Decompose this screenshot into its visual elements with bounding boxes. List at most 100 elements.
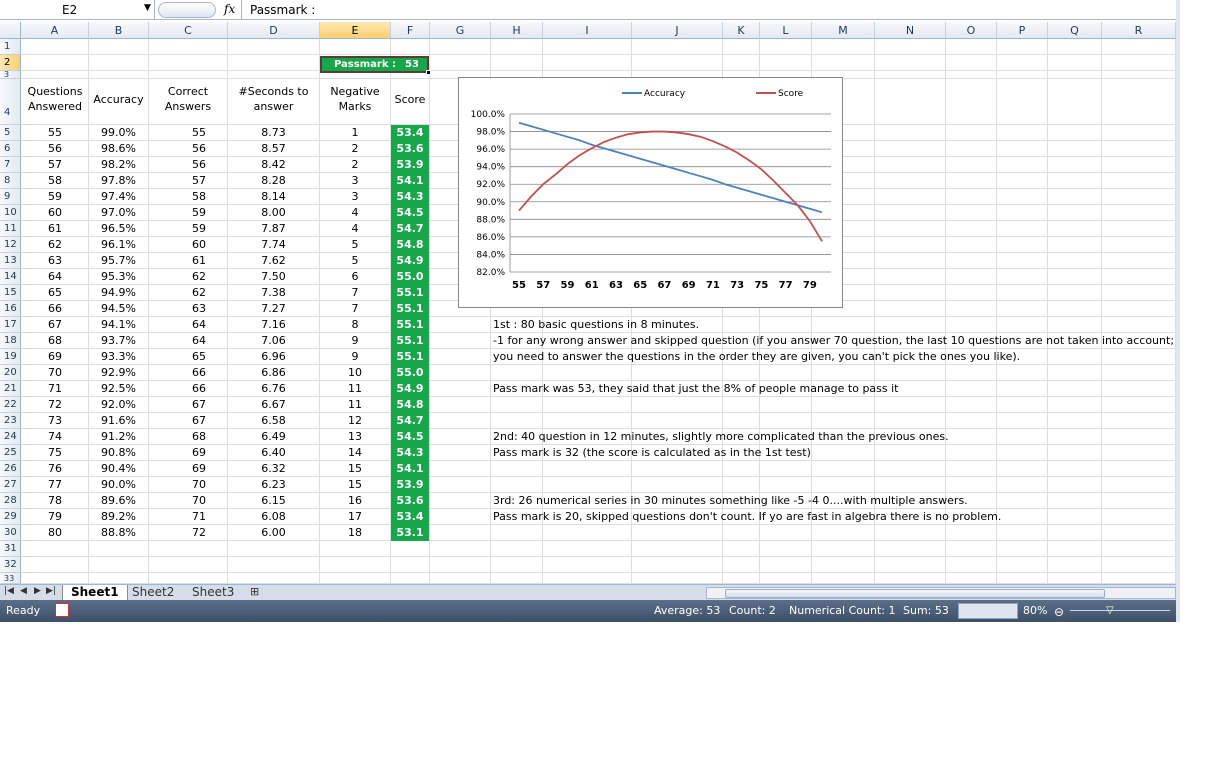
row-header-8[interactable]: 8 — [0, 173, 21, 189]
cell-negative-marks[interactable]: 17 — [320, 509, 390, 525]
cell-negative-marks[interactable]: 6 — [320, 269, 390, 285]
cell-questions-answered[interactable]: 64 — [22, 269, 88, 285]
cell-accuracy[interactable]: 91.2% — [89, 429, 148, 445]
cell-accuracy[interactable]: 90.0% — [89, 477, 148, 493]
cell-score[interactable]: 54.9 — [391, 253, 429, 269]
cell-negative-marks[interactable]: 12 — [320, 413, 390, 429]
header-score[interactable]: Score — [391, 92, 429, 107]
note-cell[interactable]: Pass mark is 20, skipped questions don't… — [493, 510, 1001, 523]
cell-score[interactable]: 53.1 — [391, 525, 429, 541]
cell-negative-marks[interactable]: 14 — [320, 445, 390, 461]
cell-questions-answered[interactable]: 58 — [22, 173, 88, 189]
cell-seconds-to-answer[interactable]: 6.08 — [228, 509, 319, 525]
cell-negative-marks[interactable]: 18 — [320, 525, 390, 541]
row-header-22[interactable]: 22 — [0, 397, 21, 413]
cell-correct-answers[interactable]: 70 — [149, 477, 214, 493]
cell-correct-answers[interactable]: 59 — [149, 205, 214, 221]
cell-questions-answered[interactable]: 80 — [22, 525, 88, 541]
column-header-f[interactable]: F — [391, 22, 430, 39]
cell-score[interactable]: 54.5 — [391, 205, 429, 221]
cell-score[interactable]: 54.7 — [391, 221, 429, 237]
cell-seconds-to-answer[interactable]: 6.00 — [228, 525, 319, 541]
cell-correct-answers[interactable]: 66 — [149, 365, 214, 381]
cell-accuracy[interactable]: 97.4% — [89, 189, 148, 205]
column-header-j[interactable]: J — [632, 22, 723, 39]
note-cell[interactable]: -1 for any wrong answer and skipped ques… — [493, 334, 1174, 347]
note-cell[interactable]: 3rd: 26 numerical series in 30 minutes s… — [493, 494, 968, 507]
cell-seconds-to-answer[interactable]: 6.86 — [228, 365, 319, 381]
cell-correct-answers[interactable]: 72 — [149, 525, 214, 541]
column-header-h[interactable]: H — [491, 22, 543, 39]
cell-correct-answers[interactable]: 65 — [149, 349, 214, 365]
cell-questions-answered[interactable]: 62 — [22, 237, 88, 253]
zoom-out-icon[interactable]: ⊖ — [1054, 605, 1064, 619]
row-header-9[interactable]: 9 — [0, 189, 21, 205]
tab-sheet1[interactable]: Sheet1 — [62, 585, 128, 601]
cell-score[interactable]: 53.6 — [391, 493, 429, 509]
cell-score[interactable]: 54.1 — [391, 461, 429, 477]
cell-correct-answers[interactable]: 68 — [149, 429, 214, 445]
cell-correct-answers[interactable]: 64 — [149, 317, 214, 333]
cell-questions-answered[interactable]: 70 — [22, 365, 88, 381]
row-header-33[interactable]: 33 — [0, 573, 21, 584]
cell-questions-answered[interactable]: 71 — [22, 381, 88, 397]
row-header-29[interactable]: 29 — [0, 509, 21, 525]
cell-accuracy[interactable]: 95.3% — [89, 269, 148, 285]
status-count[interactable]: Count: 2 — [729, 604, 776, 617]
note-cell[interactable]: Pass mark was 53, they said that just th… — [493, 382, 899, 395]
formula-input[interactable]: Passmark : — [250, 3, 315, 17]
cell-correct-answers[interactable]: 67 — [149, 413, 214, 429]
cell-seconds-to-answer[interactable]: 8.73 — [228, 125, 319, 141]
horizontal-scrollbar[interactable] — [706, 587, 1176, 599]
cell-negative-marks[interactable]: 15 — [320, 461, 390, 477]
cell-seconds-to-answer[interactable]: 7.87 — [228, 221, 319, 237]
note-cell[interactable]: Pass mark is 32 (the score is calculated… — [493, 446, 811, 459]
cell-questions-answered[interactable]: 55 — [22, 125, 88, 141]
row-header-17[interactable]: 17 — [0, 317, 21, 333]
cell-score[interactable]: 55.1 — [391, 301, 429, 317]
insert-function-icon[interactable]: fx — [224, 2, 235, 16]
cell-seconds-to-answer[interactable]: 7.50 — [228, 269, 319, 285]
cell-score[interactable]: 54.7 — [391, 413, 429, 429]
cell-accuracy[interactable]: 90.4% — [89, 461, 148, 477]
cell-questions-answered[interactable]: 77 — [22, 477, 88, 493]
cell-correct-answers[interactable]: 69 — [149, 461, 214, 477]
cell-negative-marks[interactable]: 11 — [320, 397, 390, 413]
row-header-10[interactable]: 10 — [0, 205, 21, 221]
cell-questions-answered[interactable]: 63 — [22, 253, 88, 269]
cell-correct-answers[interactable]: 57 — [149, 173, 214, 189]
cell-correct-answers[interactable]: 56 — [149, 141, 214, 157]
row-header-20[interactable]: 20 — [0, 365, 21, 381]
row-header-23[interactable]: 23 — [0, 413, 21, 429]
cell-accuracy[interactable]: 94.5% — [89, 301, 148, 317]
zoom-slider[interactable]: ⊖ ▽ — [1054, 603, 1174, 619]
cell-questions-answered[interactable]: 79 — [22, 509, 88, 525]
cell-negative-marks[interactable]: 15 — [320, 477, 390, 493]
row-header-14[interactable]: 14 — [0, 269, 21, 285]
cell-score[interactable]: 54.3 — [391, 445, 429, 461]
cell-questions-answered[interactable]: 59 — [22, 189, 88, 205]
column-header-p[interactable]: P — [997, 22, 1048, 39]
cell-seconds-to-answer[interactable]: 7.16 — [228, 317, 319, 333]
first-sheet-icon[interactable]: |◀ — [4, 586, 14, 596]
cell-correct-answers[interactable]: 70 — [149, 493, 214, 509]
cell-seconds-to-answer[interactable]: 6.40 — [228, 445, 319, 461]
cell-correct-answers[interactable]: 60 — [149, 237, 214, 253]
cell-seconds-to-answer[interactable]: 7.62 — [228, 253, 319, 269]
formula-bar-resize-handle[interactable] — [158, 2, 216, 18]
cell-score[interactable]: 54.8 — [391, 237, 429, 253]
cell-seconds-to-answer[interactable]: 6.23 — [228, 477, 319, 493]
row-header-31[interactable]: 31 — [0, 541, 21, 557]
cell-correct-answers[interactable]: 66 — [149, 381, 214, 397]
cell-accuracy[interactable]: 93.7% — [89, 333, 148, 349]
header-questions-answered[interactable]: Questions Answered — [22, 84, 88, 114]
cell-questions-answered[interactable]: 57 — [22, 157, 88, 173]
cell-accuracy[interactable]: 99.0% — [89, 125, 148, 141]
cell-negative-marks[interactable]: 8 — [320, 317, 390, 333]
last-sheet-icon[interactable]: ▶| — [46, 586, 56, 596]
row-header-3[interactable]: 3 — [0, 71, 21, 79]
column-header-i[interactable]: I — [543, 22, 632, 39]
cell-seconds-to-answer[interactable]: 8.57 — [228, 141, 319, 157]
cell-seconds-to-answer[interactable]: 6.15 — [228, 493, 319, 509]
row-header-2[interactable]: 2 — [0, 55, 21, 71]
